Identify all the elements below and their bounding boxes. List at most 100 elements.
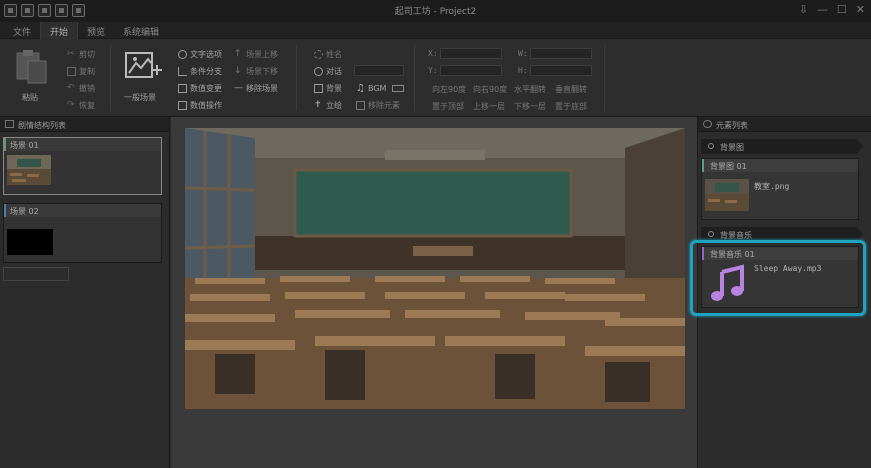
copy-label: 复制 (79, 67, 95, 76)
w-input[interactable] (530, 48, 592, 59)
tab-system-edit[interactable]: 系统编辑 (114, 22, 168, 39)
scene-card-title: 场景 01 (4, 138, 161, 151)
scene-down-label: 场景下移 (246, 67, 278, 76)
dialog-button[interactable]: 对话 (314, 66, 342, 77)
add-scene-slot[interactable] (3, 267, 69, 281)
scene-up-button[interactable]: ↑ 场景上移 (234, 49, 278, 60)
image-icon (314, 84, 323, 93)
flip-horizontal-button[interactable]: 水平翻转 (514, 84, 546, 95)
music-note-small-icon: ♫ (356, 83, 365, 94)
undo-button[interactable]: ↶ 撤销 (67, 83, 95, 94)
background-element-title: 背景图 01 (702, 159, 858, 172)
name-icon (314, 50, 323, 59)
value-change-label: 数值变更 (190, 84, 222, 93)
arrow-down-icon: ↓ (234, 66, 242, 76)
copy-button[interactable]: 复制 (67, 66, 95, 77)
value-operation-label: 数值操作 (190, 101, 222, 110)
paste-button[interactable]: 粘贴 (12, 49, 52, 105)
bring-to-front-button[interactable]: 置于顶部 (432, 101, 464, 112)
condition-branch-button[interactable]: 条件分支 (178, 66, 222, 77)
scene-up-label: 场景上移 (246, 50, 278, 59)
dialog-icon (314, 67, 323, 76)
text-option-icon (178, 50, 187, 59)
undo-label: 撤销 (79, 84, 95, 93)
move-up-button[interactable]: 上移一层 (473, 101, 505, 112)
remove-scene-button[interactable]: — 移除场景 (234, 83, 278, 94)
w-label: W: (518, 49, 528, 58)
rotate-right-button[interactable]: 向右90度 (473, 84, 507, 95)
flip-vertical-button[interactable]: 垂直翻转 (555, 84, 587, 95)
stage-canvas-area (171, 117, 697, 468)
background-button[interactable]: 背景 (314, 83, 342, 94)
rotate-left-button[interactable]: 向左90度 (432, 84, 466, 95)
scene-down-button[interactable]: ↓ 场景下移 (234, 66, 278, 77)
tab-file[interactable]: 文件 (4, 22, 40, 39)
title-bar: 起司工坊 - Project2 ⇩ — ☐ ✕ (0, 0, 871, 22)
minus-icon: — (234, 83, 243, 93)
background-label: 背景 (326, 84, 342, 93)
redo-icon: ↷ (67, 100, 75, 110)
remove-element-label: 移除元素 (368, 101, 400, 110)
x-input[interactable] (440, 48, 502, 59)
tab-preview[interactable]: 预览 (78, 22, 114, 39)
new-scene-icon (125, 52, 162, 78)
help-icon[interactable]: ⇩ (799, 3, 808, 16)
bgm-button[interactable]: ♫ BGM (356, 83, 405, 94)
new-scene-button[interactable]: 一般场景 (120, 49, 164, 105)
branch-icon (178, 67, 187, 76)
send-to-back-button[interactable]: 置于底部 (555, 101, 587, 112)
menu-bar: 文件 开始 预览 系统编辑 (0, 22, 871, 39)
story-structure-panel: 剧情结构列表 场景 01 场景 02 (0, 117, 170, 468)
maximize-icon[interactable]: ☐ (837, 3, 847, 16)
bgm-label: BGM (367, 84, 387, 93)
person-icon: ✝ (314, 100, 322, 110)
name-label: 姓名 (326, 50, 342, 59)
background-section-header[interactable]: 背景图 (701, 139, 863, 154)
section-dot-icon (708, 231, 714, 237)
dialog-dropdown[interactable] (354, 65, 404, 76)
scene-card-02[interactable]: 场景 02 (3, 203, 162, 263)
name-button[interactable]: 姓名 (314, 49, 342, 60)
story-structure-header: 剧情结构列表 (0, 117, 169, 132)
undo-icon: ↶ (67, 83, 75, 93)
highlight-frame (690, 240, 866, 316)
background-file-name: 教室.png (754, 182, 790, 191)
ribbon-toolbar: 粘贴 ✂ 剪切 复制 ↶ 撤销 ↷ 恢复 一般场景 文字选项 条件分支 数值变更… (0, 39, 871, 117)
cut-button[interactable]: ✂ 剪切 (67, 49, 95, 60)
arrow-up-icon: ↑ (234, 49, 242, 59)
tab-home[interactable]: 开始 (40, 22, 79, 39)
stage-background-image[interactable] (185, 128, 685, 409)
background-section-title: 背景图 (720, 143, 744, 152)
text-option-button[interactable]: 文字选项 (178, 49, 222, 60)
cut-icon: ✂ (67, 49, 75, 59)
background-thumbnail (705, 179, 749, 211)
paste-icon (16, 50, 47, 84)
minimize-icon[interactable]: — (817, 3, 828, 16)
dialog-label: 对话 (326, 67, 342, 76)
bgm-box-icon (392, 85, 405, 92)
scene-thumbnail (7, 229, 53, 255)
value-operation-icon (178, 101, 187, 110)
h-input[interactable] (530, 65, 592, 76)
value-operation-button[interactable]: 数值操作 (178, 100, 222, 111)
scene-card-01[interactable]: 场景 01 (3, 137, 162, 195)
scene-thumbnail (7, 155, 51, 185)
remove-element-button[interactable]: 移除元素 (356, 100, 400, 111)
list-icon (5, 120, 14, 128)
condition-branch-label: 条件分支 (190, 67, 222, 76)
redo-button[interactable]: ↷ 恢复 (67, 100, 95, 111)
element-list-header: 元素列表 (698, 117, 871, 132)
value-change-icon (178, 84, 187, 93)
standing-button[interactable]: ✝ 立绘 (314, 100, 342, 111)
app-window: 起司工坊 - Project2 ⇩ — ☐ ✕ 文件 开始 预览 系统编辑 粘贴… (0, 0, 871, 468)
close-icon[interactable]: ✕ (856, 3, 865, 16)
music-section-title: 背景音乐 (720, 231, 752, 240)
y-input[interactable] (440, 65, 502, 76)
background-element-card[interactable]: 背景图 01 教室.png (701, 158, 859, 220)
text-option-label: 文字选项 (190, 50, 222, 59)
ribbon-separator (296, 45, 297, 111)
story-structure-title: 剧情结构列表 (18, 121, 66, 130)
move-down-button[interactable]: 下移一层 (514, 101, 546, 112)
value-change-button[interactable]: 数值变更 (178, 83, 222, 94)
scene-card-title: 场景 02 (4, 204, 161, 217)
